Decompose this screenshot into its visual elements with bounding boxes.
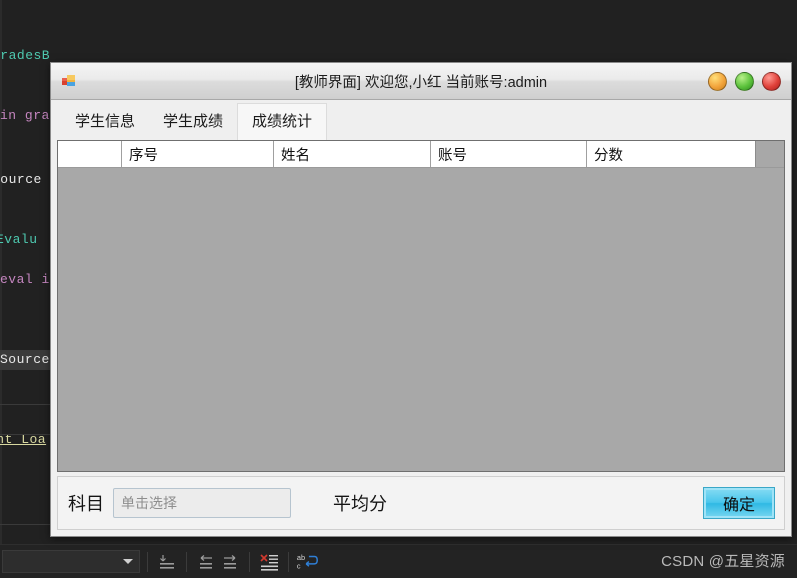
- tab-label: 学生信息: [75, 113, 136, 130]
- toolbar-divider: [186, 551, 187, 572]
- code-line: ent_Loa: [0, 432, 47, 447]
- table-column-header-account[interactable]: 账号: [431, 141, 587, 167]
- maximize-button[interactable]: [735, 71, 754, 91]
- minimize-button[interactable]: [708, 71, 727, 91]
- confirm-button[interactable]: 确定: [703, 487, 775, 519]
- tab-label: 学生成绩: [163, 113, 224, 130]
- screen-root: GradesB in gra Source Evalu eval i Source ent_…: [0, 0, 797, 578]
- window-title: [教师界面] 欢迎您,小红 当前账号:admin: [294, 74, 548, 91]
- code-line: Source: [0, 350, 56, 370]
- toolbar-divider: [249, 551, 250, 572]
- grades-table: 序号 姓名 账号 分数: [57, 140, 785, 472]
- confirm-button-label: 确定: [722, 497, 755, 514]
- tab-label: 成绩统计: [252, 113, 313, 130]
- table-column-header-score[interactable]: 分数: [587, 141, 755, 167]
- code-line: GradesB: [0, 48, 51, 63]
- csdn-watermark: CSDN @五星资源: [661, 553, 785, 570]
- table-column-header-index[interactable]: 序号: [122, 141, 274, 167]
- svg-text:c: c: [297, 561, 301, 570]
- toolbar-divider: [147, 551, 148, 572]
- code-line: Evalu: [0, 232, 38, 247]
- subject-input[interactable]: [113, 488, 291, 518]
- tab-student-grades[interactable]: 学生成绩: [149, 104, 237, 140]
- code-line: eval i: [0, 272, 50, 287]
- window-titlebar[interactable]: [教师界面] 欢迎您,小红 当前账号:admin: [51, 63, 791, 100]
- shift-left-icon[interactable]: [194, 550, 218, 574]
- table-column-header-blank[interactable]: [58, 141, 122, 167]
- statistics-controls-panel: 科目 平均分 确定: [57, 476, 785, 530]
- close-button[interactable]: [762, 71, 781, 91]
- table-column-header-name[interactable]: 姓名: [274, 141, 431, 167]
- table-body-empty[interactable]: [58, 168, 784, 471]
- average-score-label: 平均分: [333, 494, 387, 514]
- java-app-icon: [61, 72, 79, 90]
- teacher-interface-window: [教师界面] 欢迎您,小红 当前账号:admin 学生信息 学生成绩 成绩统计 …: [50, 62, 792, 537]
- table-scrollbar-corner: [755, 141, 784, 167]
- tab-bar: 学生信息 学生成绩 成绩统计: [51, 100, 791, 140]
- subject-label: 科目: [68, 494, 104, 514]
- editor-dropdown[interactable]: [2, 550, 140, 573]
- remove-trailing-space-icon[interactable]: [257, 550, 281, 574]
- spellcheck-icon[interactable]: ab c: [296, 550, 320, 574]
- code-line: Source: [0, 172, 42, 187]
- chevron-down-icon: [123, 559, 133, 564]
- table-header-row: 序号 姓名 账号 分数: [58, 141, 784, 168]
- window-controls: [708, 71, 781, 91]
- outdent-icon[interactable]: [155, 550, 179, 574]
- toolbar-divider: [288, 551, 289, 572]
- shift-right-icon[interactable]: [218, 550, 242, 574]
- tab-student-info[interactable]: 学生信息: [61, 104, 149, 140]
- tab-grade-statistics[interactable]: 成绩统计: [237, 103, 328, 140]
- code-line: in gra: [0, 108, 50, 123]
